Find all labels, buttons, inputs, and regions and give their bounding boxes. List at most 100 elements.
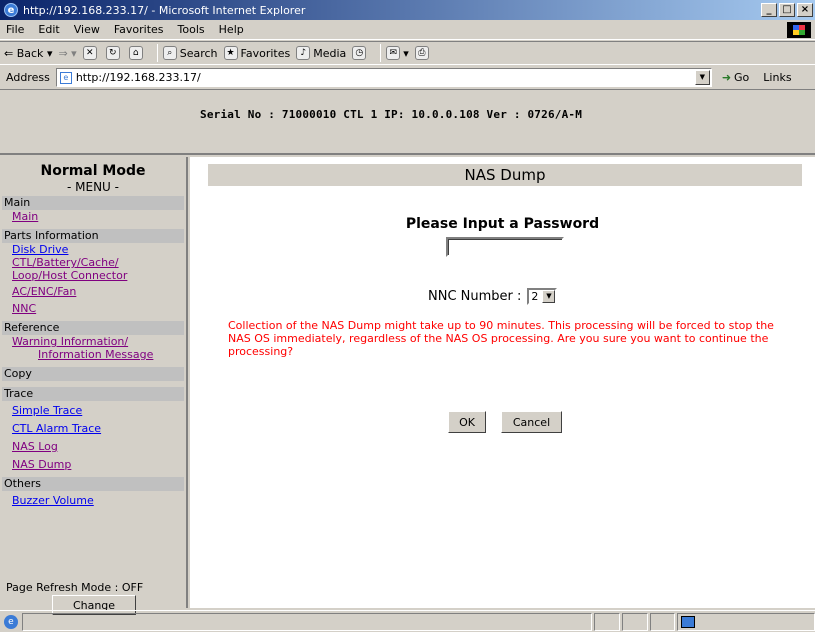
computer-zone-icon [681,615,696,628]
status-text-area [21,612,593,631]
password-input[interactable] [446,237,564,257]
section-reference: Reference [2,321,184,335]
printer-icon: ⎙ [414,46,429,60]
maximize-button[interactable]: □ [779,3,795,17]
home-button[interactable]: ⌂ [128,46,146,60]
link-warning-information[interactable]: Warning Information/ [12,335,186,348]
status-cell [649,612,676,631]
section-trace: Trace [2,387,184,401]
section-copy: Copy [2,367,184,381]
page-content: Serial No : 71000010 CTL 1 IP: 10.0.0.10… [0,91,815,615]
menu-help[interactable]: Help [219,23,244,36]
go-arrow-icon: ➜ [721,71,732,84]
toolbar-separator [380,44,382,62]
links-button[interactable]: Links [763,71,791,84]
media-icon: ♪ [296,46,311,60]
address-url: http://192.168.233.17/ [75,71,201,84]
address-label: Address [6,71,50,84]
address-bar: Address e http://192.168.233.17/ ▼ ➜ Go … [0,66,815,90]
header-frame: Serial No : 71000010 CTL 1 IP: 10.0.0.10… [0,91,815,155]
favorites-label: Favorites [240,46,291,60]
link-information-message[interactable]: Information Message [38,348,186,361]
back-button[interactable]: ⇐ Back ▾ [4,47,52,60]
chevron-down-icon[interactable]: ▼ [542,290,556,303]
nnc-number-label: NNC Number : [428,289,522,304]
link-ctl-alarm-trace[interactable]: CTL Alarm Trace [12,422,186,435]
link-disk-drive[interactable]: Disk Drive [12,243,186,256]
device-info: Serial No : 71000010 CTL 1 IP: 10.0.0.10… [200,108,583,121]
section-parts-information: Parts Information [2,229,184,243]
window-title-bar: e http://192.168.233.17/ - Microsoft Int… [0,0,815,20]
window-title: http://192.168.233.17/ - Microsoft Inter… [23,3,306,17]
stop-icon: ✕ [82,46,97,60]
link-ctl-battery-cache[interactable]: CTL/Battery/Cache/ [12,256,186,269]
page-icon: e [59,71,72,84]
back-label: Back [16,46,44,60]
nnc-number-select[interactable]: 2 ▼ [527,288,558,305]
go-label: Go [734,71,750,84]
forward-button[interactable]: ⇒ ▾ [58,47,76,60]
link-loop-host-connector[interactable]: Loop/Host Connector [12,269,186,282]
toolbar-separator [156,44,158,62]
page-status-icon: e [4,614,18,629]
close-button[interactable]: × [797,3,813,17]
link-main[interactable]: Main [12,210,186,223]
search-icon: ⌕ [162,46,177,60]
section-others: Others [2,477,184,491]
nnc-number-value: 2 [531,290,539,303]
history-icon: ◷ [352,46,367,60]
link-ac-enc-fan[interactable]: AC/ENC/Fan [12,285,186,298]
menu-view[interactable]: View [74,23,100,36]
status-bar: e [0,610,815,632]
dropdown-arrow-icon: ▾ [46,46,53,60]
section-main: Main [2,196,184,210]
address-input[interactable]: e http://192.168.233.17/ ▼ [55,68,712,87]
search-button[interactable]: ⌕ Search [162,46,218,60]
menu-title: - MENU - [67,180,119,194]
menu-edit[interactable]: Edit [38,23,59,36]
go-button[interactable]: ➜ Go [722,71,749,84]
print-button[interactable]: ⎙ [414,46,432,60]
stop-button[interactable]: ✕ [82,46,100,60]
refresh-icon: ↻ [105,46,120,60]
page-refresh-mode: Page Refresh Mode : OFF [6,581,144,594]
back-arrow-icon: ⇐ [4,46,14,60]
mail-button[interactable]: ✉ ▾ [386,46,409,60]
media-label: Media [313,46,347,60]
link-buzzer-volume[interactable]: Buzzer Volume [12,494,186,507]
address-dropdown-icon[interactable]: ▼ [694,70,710,85]
refresh-button[interactable]: ↻ [105,46,123,60]
menu-favorites[interactable]: Favorites [114,23,164,36]
link-simple-trace[interactable]: Simple Trace [12,404,186,417]
link-nas-log[interactable]: NAS Log [12,440,186,453]
toolbar: ⇐ Back ▾ ⇒ ▾ ✕ ↻ ⌂ ⌕ Search ★ Favorites ♪ M… [0,41,815,65]
page-title: NAS Dump [208,164,802,186]
nnc-number-row: NNC Number : 2 ▼ [428,288,558,305]
menu-tools[interactable]: Tools [178,23,205,36]
history-button[interactable]: ◷ [352,46,369,60]
menu-file[interactable]: File [6,23,24,36]
link-nnc[interactable]: NNC [12,302,186,315]
password-label: Please Input a Password [405,216,600,232]
search-label: Search [179,46,218,60]
windows-logo-icon [787,22,811,38]
minimize-button[interactable]: _ [761,3,777,17]
cancel-button[interactable]: Cancel [501,411,562,433]
security-zone [677,612,815,631]
mode-title: Normal Mode [40,163,146,179]
mail-icon: ✉ [386,46,401,60]
favorites-button[interactable]: ★ Favorites [223,46,291,60]
status-cell [621,612,648,631]
link-nas-dump[interactable]: NAS Dump [12,458,186,471]
nas-dump-warning: Collection of the NAS Dump might take up… [228,319,774,358]
menu-bar: File Edit View Favorites Tools Help [0,20,815,40]
forward-arrow-icon: ⇒ [58,46,68,60]
status-cell [594,612,620,631]
main-frame: NAS Dump Please Input a Password NNC Num… [190,157,815,608]
menu-frame: Normal Mode - MENU - Main Main Parts Inf… [0,157,188,615]
ok-button[interactable]: OK [448,411,486,433]
media-button[interactable]: ♪ Media [296,46,346,60]
internet-explorer-icon: e [4,3,18,17]
favorites-icon: ★ [223,46,238,60]
home-icon: ⌂ [128,46,143,60]
